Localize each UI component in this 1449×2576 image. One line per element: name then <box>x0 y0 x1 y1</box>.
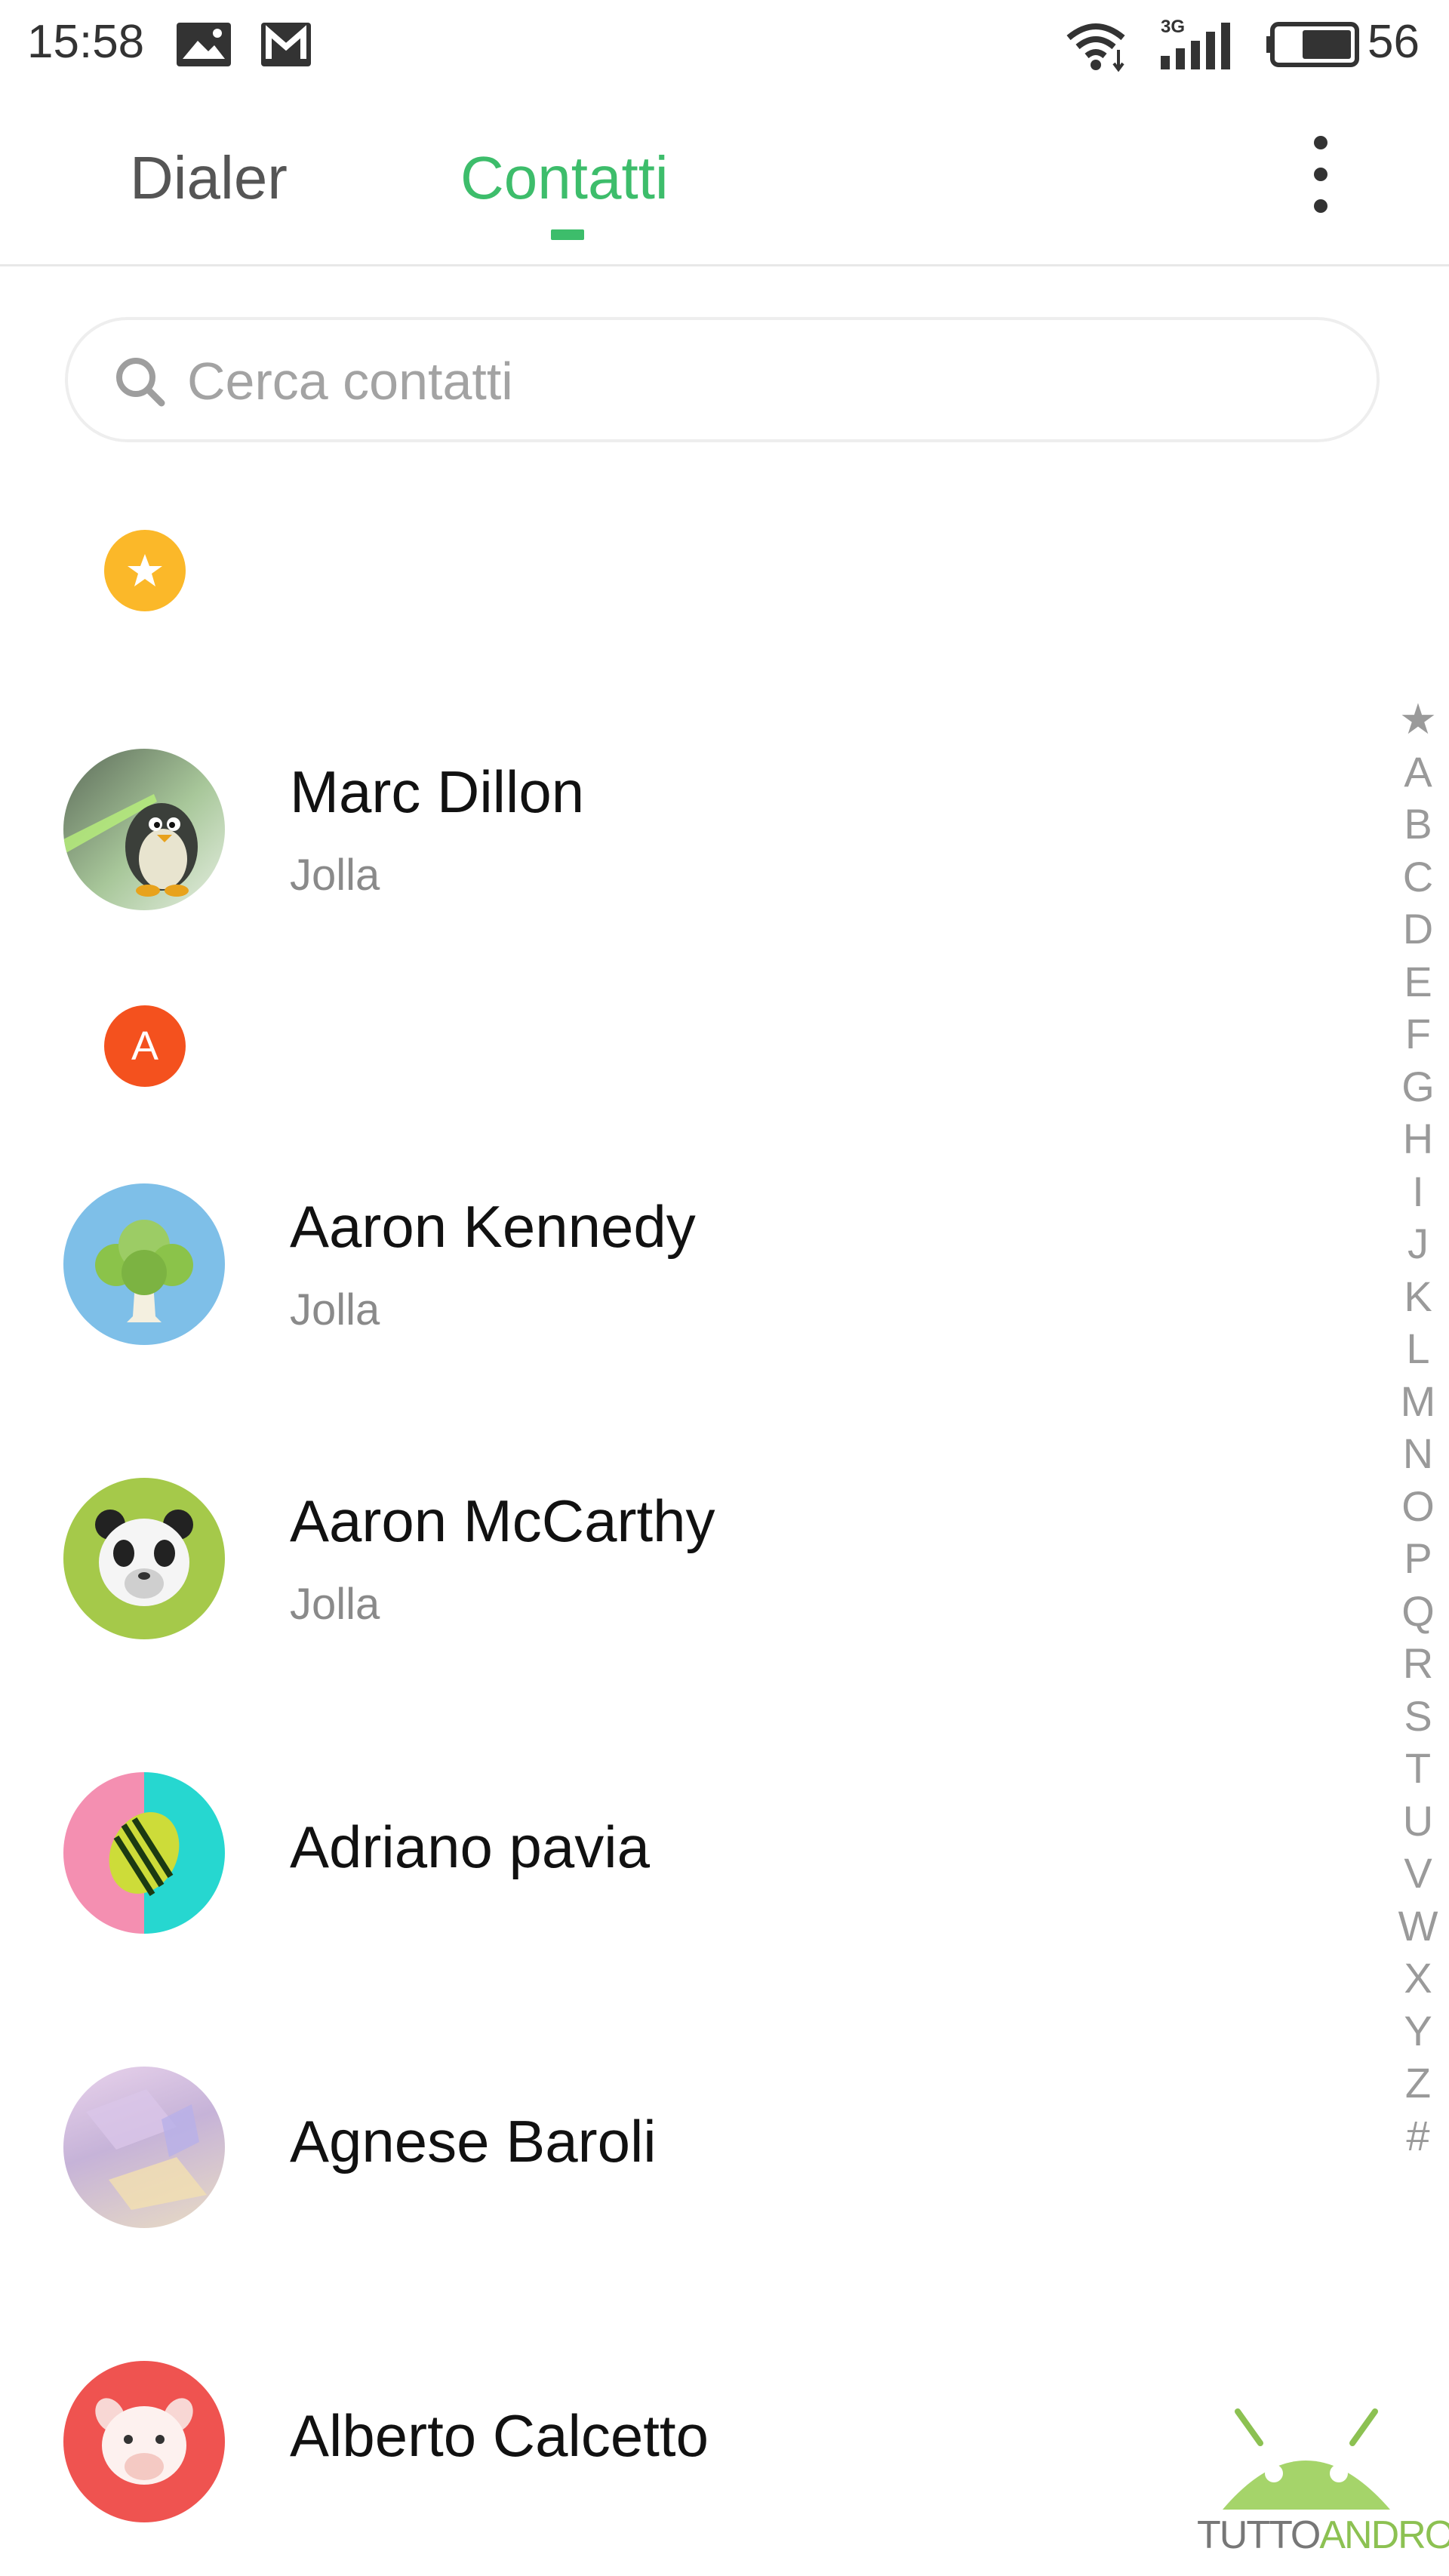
alphabet-index-letter[interactable]: F <box>1393 1008 1443 1060</box>
alphabet-index-letter[interactable]: R <box>1393 1637 1443 1690</box>
broccoli-avatar <box>63 1183 225 1345</box>
favorites-section-badge <box>104 530 186 611</box>
alphabet-index-letter[interactable]: T <box>1393 1742 1443 1795</box>
section-letter-a: A <box>104 1005 186 1087</box>
status-bar: 15:58 3G 56 <box>0 0 1449 91</box>
contact-name: Agnese Baroli <box>290 2108 657 2174</box>
contact-name: Aaron McCarthy <box>290 1488 715 1554</box>
alphabet-index-letter[interactable]: N <box>1393 1427 1443 1480</box>
alphabet-index-letter[interactable]: Q <box>1393 1585 1443 1638</box>
contact-name: Adriano pavia <box>290 1814 650 1880</box>
alphabet-index-letter[interactable]: Y <box>1393 2005 1443 2057</box>
contact-item[interactable]: Aaron McCarthy Jolla <box>0 1469 1358 1665</box>
watermelon-avatar <box>63 1772 225 1934</box>
tab-dialer[interactable]: Dialer <box>130 143 288 213</box>
gmail-icon <box>261 23 311 66</box>
alphabet-index-letter[interactable]: V <box>1393 1847 1443 1900</box>
abstract-avatar <box>63 2067 225 2228</box>
battery-icon <box>1266 22 1359 67</box>
alphabet-index-letter[interactable]: X <box>1393 1952 1443 2005</box>
contact-company: Jolla <box>290 1580 380 1629</box>
alphabet-index-letter[interactable]: K <box>1393 1270 1443 1323</box>
alphabet-index-letter[interactable]: H <box>1393 1113 1443 1165</box>
contact-item[interactable]: Alberto Calcetto <box>0 2352 1358 2548</box>
alphabet-index-letter[interactable]: P <box>1393 1532 1443 1585</box>
alphabet-index-letter[interactable]: E <box>1393 956 1443 1008</box>
alphabet-index-letter[interactable]: I <box>1393 1165 1443 1218</box>
contact-name: Aaron Kennedy <box>290 1193 696 1260</box>
contact-item[interactable]: Aaron Kennedy Jolla <box>0 1174 1358 1371</box>
wifi-icon <box>1066 23 1125 72</box>
star-icon <box>128 554 162 586</box>
search-icon <box>116 358 165 407</box>
watermark-logo: TUTTOANDROID <box>1185 2396 1449 2562</box>
alphabet-index-letter[interactable]: L <box>1393 1322 1443 1375</box>
panda-avatar <box>63 1478 225 1639</box>
clock: 15:58 <box>27 16 145 68</box>
contact-item[interactable]: Agnese Baroli <box>0 2057 1358 2254</box>
image-icon <box>177 23 231 66</box>
android-logo-icon <box>1223 2408 1390 2510</box>
contact-company: Jolla <box>290 1285 380 1334</box>
watermark-text-android: ANDROID <box>1319 2513 1449 2557</box>
alphabet-index-letter[interactable]: W <box>1393 1900 1443 1953</box>
search-input[interactable] <box>186 343 1321 420</box>
contact-company: Jolla <box>290 851 380 900</box>
penguin-avatar <box>63 749 225 910</box>
contact-name: Marc Dillon <box>290 759 585 825</box>
alphabet-index-letter[interactable]: A <box>1393 746 1443 799</box>
contact-name: Alberto Calcetto <box>290 2402 709 2469</box>
watermark-text-tutto: TUTTO <box>1197 2513 1321 2557</box>
alphabet-index-letter[interactable]: O <box>1393 1480 1443 1533</box>
alphabet-index-letter[interactable]: C <box>1393 851 1443 903</box>
alphabet-index-letter[interactable]: B <box>1393 798 1443 851</box>
alphabet-index-letter[interactable]: D <box>1393 903 1443 956</box>
llama-avatar <box>63 2361 225 2522</box>
alphabet-index[interactable]: ★ A B C D E F G H I J K L M N O P Q R S T U V W X Y Z # <box>1393 693 1443 2162</box>
alphabet-index-letter[interactable]: # <box>1393 2110 1443 2162</box>
search-bar[interactable] <box>65 317 1380 442</box>
alphabet-index-letter[interactable]: ★ <box>1393 693 1443 746</box>
signal-icon <box>1161 23 1230 69</box>
tab-contacts[interactable]: Contatti <box>460 143 669 213</box>
alphabet-index-letter[interactable]: M <box>1393 1375 1443 1428</box>
alphabet-index-letter[interactable]: Z <box>1393 2057 1443 2110</box>
contact-item[interactable]: Adriano pavia <box>0 1763 1358 1959</box>
contact-item[interactable]: Marc Dillon Jolla <box>0 740 1358 936</box>
tab-bar: Dialer Contatti <box>0 91 1449 266</box>
overflow-menu-icon[interactable] <box>1306 136 1336 219</box>
alphabet-index-letter[interactable]: U <box>1393 1795 1443 1848</box>
alphabet-index-letter[interactable]: S <box>1393 1690 1443 1743</box>
active-tab-indicator <box>551 229 584 240</box>
alphabet-index-letter[interactable]: J <box>1393 1217 1443 1270</box>
alphabet-index-letter[interactable]: G <box>1393 1060 1443 1113</box>
battery-percentage: 56 <box>1367 16 1420 68</box>
